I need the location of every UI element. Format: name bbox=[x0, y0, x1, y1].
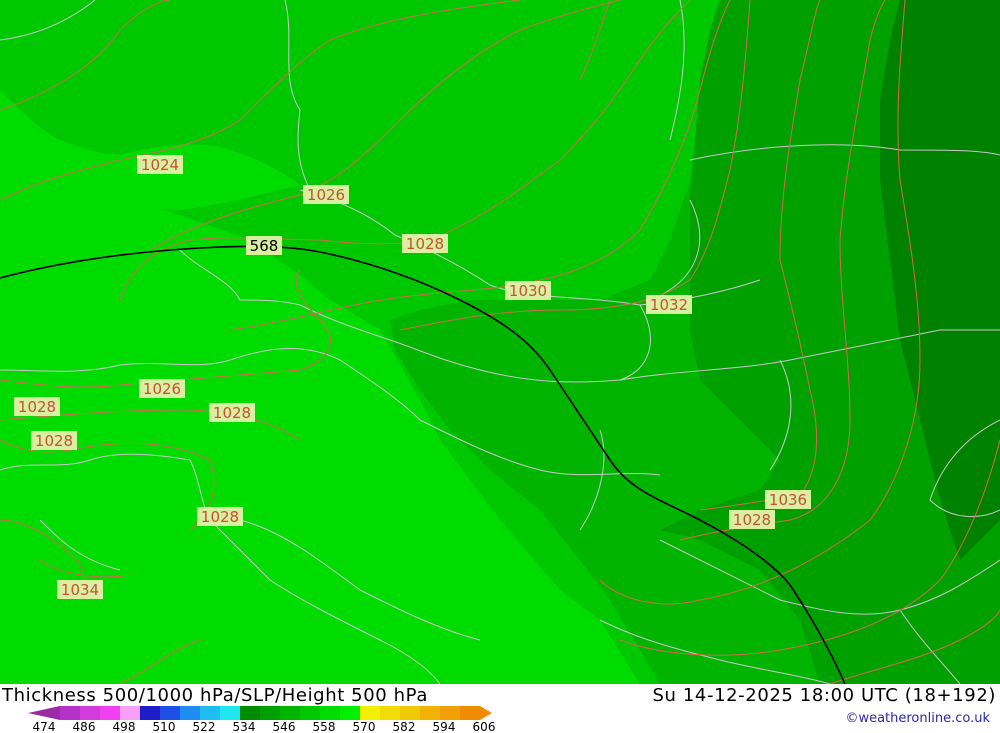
isobar-label: 1028 bbox=[197, 507, 243, 526]
color-scale-swatch bbox=[100, 706, 121, 720]
height-contour-label: 568 bbox=[246, 236, 282, 255]
isobar-label: 1028 bbox=[31, 431, 77, 450]
color-scale-swatch bbox=[280, 706, 301, 720]
color-scale-swatch bbox=[300, 706, 321, 720]
color-scale-swatch bbox=[140, 706, 161, 720]
isobar-label: 1036 bbox=[765, 490, 811, 509]
isobar-label: 1024 bbox=[137, 155, 183, 174]
color-scale-swatch bbox=[400, 706, 421, 720]
height-contour-label-text: 568 bbox=[250, 237, 279, 255]
isobar-label-text: 1028 bbox=[406, 235, 444, 253]
color-scale-swatch bbox=[320, 706, 341, 720]
color-scale-swatch bbox=[440, 706, 461, 720]
isobar-label-text: 1034 bbox=[61, 581, 99, 599]
isobar-label: 1028 bbox=[402, 234, 448, 253]
color-scale-swatch bbox=[60, 706, 81, 720]
color-scale-tick-label: 522 bbox=[193, 720, 216, 733]
isobar-label: 1028 bbox=[209, 403, 255, 422]
color-scale-swatch bbox=[420, 706, 441, 720]
color-scale-tick-label: 546 bbox=[273, 720, 296, 733]
isobar-label: 1026 bbox=[303, 185, 349, 204]
color-scale-swatch bbox=[260, 706, 281, 720]
isobar-label-text: 1028 bbox=[201, 508, 239, 526]
map-title: Thickness 500/1000 hPa/SLP/Height 500 hP… bbox=[2, 685, 428, 706]
color-scale-tick-label: 474 bbox=[33, 720, 56, 733]
color-scale-tick-label: 486 bbox=[73, 720, 96, 733]
isobar-label-text: 1032 bbox=[650, 296, 688, 314]
color-scale-ticks: 474 486 498 510 522 534 546 558 570 582 594 606 bbox=[33, 720, 496, 733]
color-scale-tick-label: 570 bbox=[353, 720, 376, 733]
credit-link[interactable]: ©weatheronline.co.uk bbox=[845, 711, 990, 726]
color-scale-swatch bbox=[28, 706, 60, 720]
color-scale-tick-label: 534 bbox=[233, 720, 256, 733]
color-scale-tick-label: 594 bbox=[433, 720, 456, 733]
isobar-label-text: 1028 bbox=[213, 404, 251, 422]
isobar-label-text: 1028 bbox=[35, 432, 73, 450]
color-scale-swatch bbox=[360, 706, 381, 720]
isobar-label-text: 1026 bbox=[307, 186, 345, 204]
color-scale-swatch bbox=[240, 706, 261, 720]
isobar-label: 1026 bbox=[139, 379, 185, 398]
color-scale-swatch bbox=[460, 706, 492, 720]
color-scale-swatch bbox=[160, 706, 181, 720]
color-scale-tick-label: 582 bbox=[393, 720, 416, 733]
color-scale-legend: 474 486 498 510 522 534 546 558 570 582 594 606 bbox=[28, 706, 496, 733]
color-scale-swatch bbox=[80, 706, 101, 720]
isobar-label: 1034 bbox=[57, 580, 103, 599]
forecast-datetime: Su 14-12-2025 18:00 UTC (18+192) bbox=[652, 685, 996, 706]
color-scale-tick-label: 510 bbox=[153, 720, 176, 733]
weather-map: 1024 1026 1028 1030 1032 1026 1028 1028 1028 1028… bbox=[0, 0, 1000, 684]
isobar-label-text: 1036 bbox=[769, 491, 807, 509]
map-canvas: 1024 1026 1028 1030 1032 1026 1028 1028 1028 1028… bbox=[0, 0, 1000, 684]
color-scale-swatch bbox=[380, 706, 401, 720]
isobar-label: 1028 bbox=[14, 397, 60, 416]
isobar-label-text: 1028 bbox=[18, 398, 56, 416]
color-scale-tick-label: 498 bbox=[113, 720, 136, 733]
color-scale-swatch bbox=[340, 706, 361, 720]
color-scale-swatch bbox=[220, 706, 241, 720]
isobar-label-text: 1024 bbox=[141, 156, 179, 174]
color-scale-swatch bbox=[120, 706, 141, 720]
isobar-label-text: 1028 bbox=[733, 511, 771, 529]
isobar-label: 1032 bbox=[646, 295, 692, 314]
color-scale-swatch bbox=[180, 706, 201, 720]
color-scale-bars bbox=[28, 706, 492, 720]
color-scale-swatch bbox=[200, 706, 221, 720]
isobar-label: 1028 bbox=[729, 510, 775, 529]
map-footer: Thickness 500/1000 hPa/SLP/Height 500 hP… bbox=[0, 684, 1000, 733]
color-scale-tick-label: 558 bbox=[313, 720, 336, 733]
isobar-label-text: 1030 bbox=[509, 282, 547, 300]
color-scale-tick-label: 606 bbox=[473, 720, 496, 733]
isobar-label: 1030 bbox=[505, 281, 551, 300]
isobar-label-text: 1026 bbox=[143, 380, 181, 398]
